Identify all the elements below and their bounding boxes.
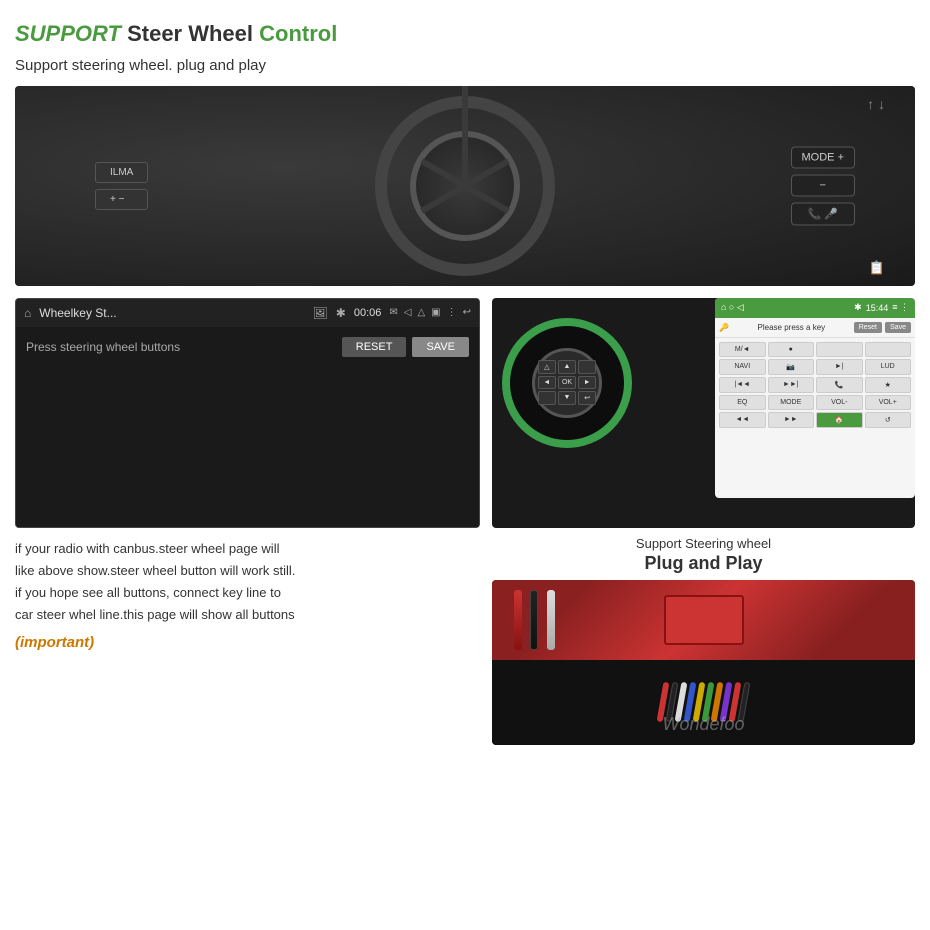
- right-column: △ ▲ ◄ OK ► ▼ ↩: [492, 298, 915, 728]
- mode-btn-minus: −: [791, 174, 855, 196]
- back-icon: ↩: [463, 307, 471, 318]
- android-time: 15:44: [866, 303, 889, 313]
- ag-cell-mode: MODE: [768, 395, 815, 410]
- ag-cell-voldown: VOL-: [816, 395, 863, 410]
- ag-cell-rotate: ↺: [865, 412, 912, 428]
- sw-small-right: ►: [578, 376, 596, 389]
- sw-small-up: ▲: [558, 360, 576, 374]
- android-bluetooth: ✱: [854, 302, 862, 313]
- plug-and-play-label: Plug and Play: [492, 553, 915, 574]
- ag-cell-home: 🏠: [816, 412, 863, 428]
- ag-cell-prev: |◄◄: [719, 377, 766, 393]
- right-sw-buttons: MODE + − 📞 🎤: [791, 146, 855, 225]
- sw-inner: △ ▲ ◄ OK ► ▼ ↩: [532, 348, 602, 418]
- header-title: SUPPORT Steer Wheel Control: [15, 20, 915, 49]
- wiring-box: [664, 595, 744, 645]
- mail-icon: ✉: [389, 307, 397, 318]
- ag-cell-cam: 📷: [768, 359, 815, 375]
- wheelkey-topbar: ⌂ Wheelkey St... 🖼 ✱ 00:06 ✉ ◁ △ ▣ ⋮ ↩: [16, 299, 479, 327]
- save-button[interactable]: SAVE: [412, 337, 469, 357]
- home-icon: ⌂: [24, 306, 31, 320]
- ag-cell-3: [816, 342, 863, 357]
- ag-cell-4: [865, 342, 912, 357]
- desc-line2: like above show.steer wheel button will …: [15, 560, 480, 582]
- sw-small-left: ◄: [538, 376, 556, 389]
- description-text: if your radio with canbus.steer wheel pa…: [15, 538, 480, 626]
- android-save-btn[interactable]: Save: [885, 322, 911, 333]
- left-btn-2: + −: [95, 189, 148, 210]
- watermark: Wondefoo: [662, 714, 744, 735]
- sw-small-btn4: ↩: [578, 391, 596, 405]
- left-btn-1: ILMA: [95, 162, 148, 183]
- reset-button[interactable]: RESET: [342, 337, 407, 357]
- more-icon: ⋮: [447, 307, 457, 318]
- ag-cell-lud: LUD: [865, 359, 912, 375]
- sw-small-btn2: [578, 360, 596, 374]
- android-home: ⌂ ○ ◁: [721, 302, 744, 313]
- sw-small-btn: △: [538, 360, 556, 374]
- bottom-section: ⌂ Wheelkey St... 🖼 ✱ 00:06 ✉ ◁ △ ▣ ⋮ ↩: [15, 298, 915, 728]
- mode-btn: MODE +: [791, 146, 855, 168]
- android-press-key: 🔑 Please press a key Reset Save: [715, 318, 915, 338]
- ag-cell-play: ►|: [816, 359, 863, 375]
- android-screen-container: △ ▲ ◄ OK ► ▼ ↩: [492, 298, 915, 528]
- sw-small-btn3: [538, 391, 556, 405]
- volume-icon: ◁: [404, 307, 412, 318]
- ag-cell-eq: EQ: [719, 395, 766, 410]
- android-panel: ⌂ ○ ◁ ✱ 15:44 ≡ ⋮ 🔑 Please press a key R…: [715, 298, 915, 498]
- ag-cell-1: M/◄: [719, 342, 766, 357]
- left-column: ⌂ Wheelkey St... 🖼 ✱ 00:06 ✉ ◁ △ ▣ ⋮ ↩: [15, 298, 480, 728]
- ag-cell-2: ●: [768, 342, 815, 357]
- wk-buttons: RESET SAVE: [342, 337, 469, 357]
- ag-cell-ff: ►►: [768, 412, 815, 428]
- ag-cell-rew: ◄◄: [719, 412, 766, 428]
- ag-cell-next: ►►|: [768, 377, 815, 393]
- press-label: Press steering wheel buttons: [26, 340, 180, 354]
- sw-small-down: ▼: [558, 391, 576, 405]
- wk-row: Press steering wheel buttons RESET SAVE: [26, 337, 469, 357]
- call-btn: 📞 🎤: [791, 202, 855, 225]
- sw-small-ok: OK: [558, 376, 576, 389]
- desc-line1: if your radio with canbus.steer wheel pa…: [15, 538, 480, 560]
- android-reset-btn[interactable]: Reset: [854, 322, 882, 333]
- desc-line3: if you hope see all buttons, connect key…: [15, 582, 480, 604]
- important-text: (important): [15, 634, 480, 651]
- bt-icon: 🖼: [313, 306, 328, 320]
- ag-cell-navi: NAVI: [719, 359, 766, 375]
- desc-line4: car steer whel line.this page will show …: [15, 604, 480, 626]
- android-key-icon: 🔑: [719, 323, 729, 332]
- wiring-image: Wondefoo: [492, 580, 915, 745]
- ag-cell-volup: VOL+: [865, 395, 912, 410]
- ag-cell-star: ★: [865, 377, 912, 393]
- android-topbar2: ⌂ ○ ◁ ✱ 15:44 ≡ ⋮: [715, 298, 915, 318]
- ag-cell-phone: 📞: [816, 377, 863, 393]
- title-main: Steer Wheel: [127, 21, 259, 46]
- triangle-icon: △: [417, 307, 425, 318]
- left-sw-buttons: ILMA + −: [95, 162, 148, 210]
- please-press-text: Please press a key: [758, 323, 826, 332]
- wheelkey-screen: ⌂ Wheelkey St... 🖼 ✱ 00:06 ✉ ◁ △ ▣ ⋮ ↩: [15, 298, 480, 528]
- wheelkey-body: Press steering wheel buttons RESET SAVE: [16, 327, 479, 527]
- page-wrapper: SUPPORT Steer Wheel Control Support stee…: [0, 0, 930, 930]
- topbar-time: 00:06: [354, 307, 382, 319]
- wiring-top: [492, 580, 915, 660]
- pk-buttons: Reset Save: [854, 322, 911, 333]
- wheelkey-title: Wheelkey St...: [39, 306, 304, 320]
- steering-wheel-image: ILMA + − MODE + − 📞 🎤 ↑ ↓ 📋: [15, 86, 915, 286]
- screen-icon: ▣: [431, 307, 440, 318]
- android-grid: M/◄ ● NAVI 📷 ►| LUD |◄◄ ►►| 📞 ★ EQ MODE: [715, 338, 915, 432]
- title-control: Control: [259, 21, 337, 46]
- steering-wheel-overlay: △ ▲ ◄ OK ► ▼ ↩: [502, 318, 632, 448]
- support-steering-label: Support Steering wheel: [492, 536, 915, 551]
- android-menu: ≡ ⋮: [892, 302, 909, 313]
- title-support: SUPPORT: [15, 21, 121, 46]
- subtitle: Support steering wheel. plug and play: [15, 57, 915, 74]
- bluetooth-icon: ✱: [336, 306, 346, 320]
